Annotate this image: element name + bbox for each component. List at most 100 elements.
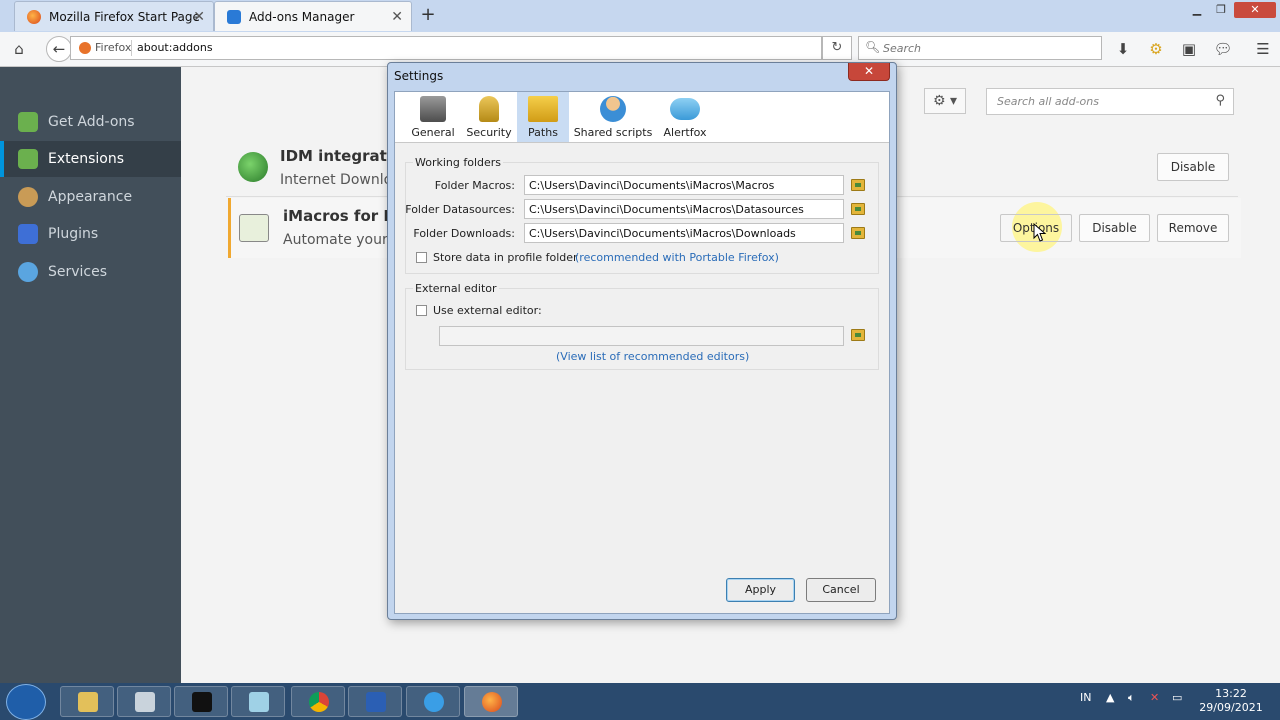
- external-editor-title: External editor: [413, 282, 499, 295]
- reload-button[interactable]: ↻: [822, 36, 852, 60]
- use-external-editor-checkbox[interactable]: [416, 305, 427, 316]
- sidebar-item-label: Extensions: [48, 151, 125, 167]
- tab-label: Paths: [528, 126, 558, 139]
- working-folders-title: Working folders: [413, 156, 504, 169]
- folder-icon: [528, 96, 558, 122]
- chrome-icon: [309, 692, 329, 712]
- folder-browse-icon[interactable]: [851, 329, 865, 341]
- back-button[interactable]: ←: [46, 36, 72, 62]
- tab-security[interactable]: Security: [461, 92, 517, 142]
- addon-description: Internet Downloa: [280, 172, 401, 188]
- mouse-pointer-icon: [1033, 223, 1047, 242]
- tab-general[interactable]: General: [395, 92, 471, 142]
- search-bar[interactable]: 🔍︎ Search: [858, 36, 1102, 60]
- sidebar-item-plugins[interactable]: Plugins: [0, 216, 181, 252]
- taskbar-notepad[interactable]: [231, 686, 285, 717]
- tab-strip: Mozilla Firefox Start Page ✕ Add-ons Man…: [0, 0, 1280, 32]
- addon-search-input[interactable]: Search all add-ons ⚲: [986, 88, 1234, 115]
- sidebar-item-services[interactable]: Services: [0, 254, 181, 290]
- clock-date: 29/09/2021: [1199, 701, 1263, 714]
- folder-downloads-field[interactable]: C:\Users\Davinci\Documents\iMacros\Downl…: [524, 223, 844, 243]
- taskbar-chrome[interactable]: [291, 686, 345, 717]
- tab-label: Shared scripts: [573, 126, 653, 139]
- maximize-button[interactable]: ❐: [1210, 2, 1232, 18]
- portable-firefox-link[interactable]: (recommended with Portable Firefox): [575, 251, 779, 264]
- sliders-icon: [420, 96, 446, 122]
- cloud-icon: [670, 98, 700, 120]
- tab-label: General: [411, 126, 455, 139]
- search-icon: 🔍︎: [865, 40, 881, 54]
- taskbar-command-prompt[interactable]: [174, 686, 228, 717]
- idm-icon: [238, 152, 268, 182]
- apply-button[interactable]: Apply: [726, 578, 795, 602]
- close-tab-icon[interactable]: ✕: [391, 9, 403, 25]
- idm-disable-button[interactable]: Disable: [1157, 153, 1229, 181]
- search-icon: ⚲: [1215, 93, 1225, 108]
- folder-downloads-label: Folder Downloads:: [413, 227, 515, 240]
- network-error-icon[interactable]: ✕: [1150, 691, 1159, 704]
- store-profile-checkbox[interactable]: [416, 252, 427, 263]
- windows-taskbar: IN ▲ 🔈︎ ✕ ▭ 13:22 29/09/2021: [0, 683, 1280, 720]
- menu-icon[interactable]: ☰: [1252, 38, 1274, 60]
- tab-paths[interactable]: Paths: [517, 92, 569, 142]
- external-editor-path-field[interactable]: [439, 326, 844, 346]
- action-center-icon[interactable]: ▭: [1172, 691, 1182, 704]
- tab-firefox-start-page[interactable]: Mozilla Firefox Start Page ✕: [14, 1, 214, 31]
- folder-macros-field[interactable]: C:\Users\Davinci\Documents\iMacros\Macro…: [524, 175, 844, 195]
- identity-box[interactable]: Firefox: [79, 41, 131, 54]
- folder-datasources-field[interactable]: C:\Users\Davinci\Documents\iMacros\Datas…: [524, 199, 844, 219]
- tab-label: Alertfox: [663, 126, 707, 139]
- dialog-close-button[interactable]: ✕: [848, 63, 890, 81]
- taskbar-firefox[interactable]: [464, 686, 518, 717]
- firefox-icon: [482, 692, 502, 712]
- get-addons-icon: [18, 112, 38, 132]
- url-text[interactable]: about:addons: [137, 41, 213, 54]
- sidebar-item-get-addons[interactable]: Get Add-ons: [0, 104, 181, 140]
- url-bar[interactable]: Firefox about:addons: [70, 36, 822, 60]
- addon-search-placeholder: Search all add-ons: [997, 95, 1099, 108]
- appearance-icon: [18, 187, 38, 207]
- minimize-button[interactable]: ▁: [1186, 2, 1208, 18]
- sidebar-item-extensions[interactable]: Extensions: [0, 141, 181, 177]
- speaker-icon[interactable]: 🔈︎: [1128, 691, 1135, 705]
- system-clock[interactable]: 13:22 29/09/2021: [1196, 687, 1266, 715]
- folder-browse-icon[interactable]: [851, 227, 865, 239]
- sidebar-item-appearance[interactable]: Appearance: [0, 179, 181, 215]
- tray-expand-icon[interactable]: ▲: [1106, 691, 1114, 704]
- tab-alertfox[interactable]: Alertfox: [655, 92, 715, 142]
- taskbar-calculator[interactable]: [117, 686, 171, 717]
- tab-shared-scripts[interactable]: Shared scripts: [573, 92, 653, 142]
- taskbar-explorer[interactable]: [60, 686, 114, 717]
- tab-label: Add-ons Manager: [249, 9, 355, 24]
- folder-browse-icon[interactable]: [851, 203, 865, 215]
- tools-gear-button[interactable]: ⚙ ▾: [924, 88, 966, 114]
- tab-addons-manager[interactable]: Add-ons Manager ✕: [214, 1, 412, 31]
- home-icon[interactable]: ⌂: [8, 38, 30, 60]
- start-button[interactable]: [6, 684, 46, 720]
- imacros-remove-button[interactable]: Remove: [1157, 214, 1229, 242]
- language-indicator[interactable]: IN: [1080, 691, 1091, 704]
- downloads-icon[interactable]: ⬇: [1112, 38, 1134, 60]
- imacros-disable-button[interactable]: Disable: [1079, 214, 1150, 242]
- extensions-icon: [18, 149, 38, 169]
- new-tab-button[interactable]: +: [418, 4, 438, 26]
- imacros-icon: [239, 214, 269, 242]
- folder-browse-icon[interactable]: [851, 179, 865, 191]
- folder-datasources-label: Folder Datasources:: [405, 203, 515, 216]
- folder-icon: [78, 692, 98, 712]
- taskbar-word[interactable]: [348, 686, 402, 717]
- imacros-icon[interactable]: ⚙: [1145, 38, 1167, 60]
- chat-icon[interactable]: 💬︎: [1212, 38, 1234, 60]
- search-placeholder: Search: [883, 42, 922, 55]
- recommended-editors-link[interactable]: (View list of recommended editors): [556, 350, 749, 363]
- cancel-button[interactable]: Cancel: [806, 578, 876, 602]
- taskbar-sync-app[interactable]: [406, 686, 460, 717]
- calculator-icon: [135, 692, 155, 712]
- dialog-body: General Security Paths Shared scripts Al…: [394, 91, 890, 614]
- tab-label: Mozilla Firefox Start Page: [49, 9, 200, 24]
- window-close-button[interactable]: ✕: [1234, 2, 1276, 18]
- close-tab-icon[interactable]: ✕: [193, 9, 205, 25]
- addons-sidebar: Get Add-ons Extensions Appearance Plugin…: [0, 67, 181, 683]
- store-profile-label: Store data in profile folder: [433, 251, 578, 264]
- reader-view-icon[interactable]: ▣: [1178, 38, 1200, 60]
